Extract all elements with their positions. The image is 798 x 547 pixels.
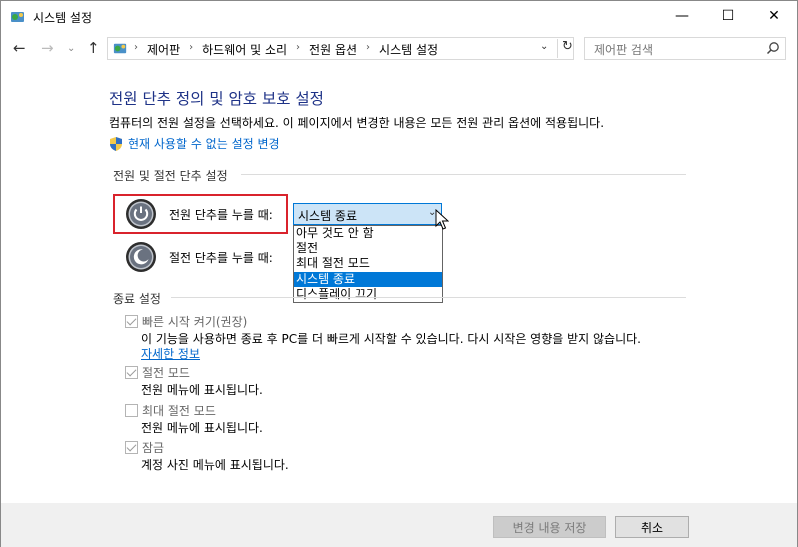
sleep-description: 전원 메뉴에 표시됩니다. [141, 383, 263, 397]
more-info-link[interactable]: 자세한 정보 [141, 345, 200, 362]
navigation-bar: ← → ⌄ ↑ › 제어판 › 하드웨어 및 소리 › 전원 옵션 › 시스템 … [1, 31, 797, 65]
search-input[interactable]: 제어판 검색 [584, 37, 786, 60]
lock-label: 잠금 [142, 441, 165, 455]
cancel-button[interactable]: 취소 [615, 516, 689, 538]
section-divider [241, 174, 686, 175]
power-button-action-list: 아무 것도 안 함 절전 최대 절전 모드 시스템 종료 디스플레이 끄기 [293, 225, 443, 303]
window-title: 시스템 설정 [33, 11, 93, 25]
system-settings-window: 시스템 설정 — ☐ ✕ ← → ⌄ ↑ › 제어판 › 하드웨어 및 소리 ›… [0, 0, 798, 547]
hibernate-description: 전원 메뉴에 표시됩니다. [141, 421, 263, 435]
page-title: 전원 단추 정의 및 암호 보호 설정 [109, 90, 324, 108]
control-panel-icon [113, 43, 127, 54]
option-sleep[interactable]: 절전 [294, 241, 442, 256]
breadcrumb: › 제어판 › 하드웨어 및 소리 › 전원 옵션 › 시스템 설정 [134, 41, 438, 58]
sleep-label: 절전 모드 [142, 366, 190, 380]
breadcrumb-item[interactable]: 제어판 [147, 41, 180, 58]
fast-startup-checkbox-row[interactable]: 빠른 시작 켜기(권장) [125, 313, 247, 330]
hibernate-label: 최대 절전 모드 [142, 404, 216, 418]
forward-arrow-icon[interactable]: → [41, 39, 54, 57]
search-icon[interactable] [766, 41, 780, 55]
breadcrumb-item[interactable]: 하드웨어 및 소리 [202, 41, 287, 58]
breadcrumb-separator[interactable]: › [189, 42, 193, 59]
option-do-nothing[interactable]: 아무 것도 안 함 [294, 226, 442, 241]
lock-checkbox[interactable] [125, 441, 138, 454]
address-dropdown-chevron-icon[interactable]: ⌄ [540, 41, 548, 52]
change-unavailable-settings-link[interactable]: 현재 사용할 수 없는 설정 변경 [109, 135, 280, 152]
breadcrumb-item[interactable]: 전원 옵션 [309, 41, 357, 58]
fast-startup-checkbox[interactable] [125, 315, 138, 328]
option-shutdown[interactable]: 시스템 종료 [294, 272, 442, 287]
page-description: 컴퓨터의 전원 설정을 선택하세요. 이 페이지에서 변경한 내용은 모든 전원… [109, 116, 605, 130]
sleep-checkbox[interactable] [125, 366, 138, 379]
lock-checkbox-row[interactable]: 잠금 [125, 439, 164, 456]
refresh-icon[interactable]: ↻ [557, 39, 573, 58]
lock-description: 계정 사진 메뉴에 표시됩니다. [141, 458, 289, 472]
breadcrumb-separator[interactable]: › [366, 42, 370, 59]
minimize-button[interactable]: — [659, 1, 705, 31]
highlight-frame [113, 194, 288, 234]
mouse-cursor-icon [435, 209, 449, 230]
sleep-button-icon [126, 242, 156, 272]
sleep-button-row: 절전 단추를 누를 때: [125, 241, 273, 273]
sleep-button-label: 절전 단추를 누를 때: [169, 250, 273, 265]
section-divider [171, 297, 686, 298]
back-arrow-icon[interactable]: ← [13, 39, 26, 57]
recent-locations-chevron-icon[interactable]: ⌄ [67, 43, 75, 54]
power-button-action-select[interactable]: 시스템 종료 ⌄ [293, 203, 442, 225]
breadcrumb-item[interactable]: 시스템 설정 [379, 41, 438, 58]
fast-startup-description: 이 기능을 사용하면 종료 후 PC를 더 빠르게 시작할 수 있습니다. 다시… [141, 332, 641, 346]
option-hibernate[interactable]: 최대 절전 모드 [294, 256, 442, 271]
sleep-checkbox-row[interactable]: 절전 모드 [125, 364, 190, 381]
power-section-heading: 전원 및 절전 단추 설정 [113, 169, 228, 183]
title-bar: 시스템 설정 — ☐ ✕ [1, 1, 797, 31]
power-button-action-value: 시스템 종료 [298, 209, 358, 223]
save-changes-button[interactable]: 변경 내용 저장 [493, 516, 606, 538]
control-panel-icon [11, 12, 24, 22]
footer-bar: 변경 내용 저장 취소 [1, 503, 797, 547]
up-arrow-icon[interactable]: ↑ [87, 39, 100, 57]
breadcrumb-separator[interactable]: › [296, 42, 300, 59]
fast-startup-label: 빠른 시작 켜기(권장) [142, 315, 248, 329]
hibernate-checkbox-row[interactable]: 최대 절전 모드 [125, 402, 216, 419]
hibernate-checkbox[interactable] [125, 404, 138, 417]
change-settings-link-text[interactable]: 현재 사용할 수 없는 설정 변경 [128, 135, 280, 152]
search-placeholder: 제어판 검색 [594, 43, 654, 57]
breadcrumb-separator[interactable]: › [134, 42, 138, 59]
maximize-button[interactable]: ☐ [705, 1, 751, 31]
option-turn-off-display[interactable]: 디스플레이 끄기 [294, 287, 442, 302]
address-bar[interactable]: › 제어판 › 하드웨어 및 소리 › 전원 옵션 › 시스템 설정 ⌄ ↻ [107, 37, 574, 60]
uac-shield-icon [110, 136, 122, 151]
shutdown-section-heading: 종료 설정 [113, 292, 161, 306]
close-button[interactable]: ✕ [751, 1, 797, 31]
